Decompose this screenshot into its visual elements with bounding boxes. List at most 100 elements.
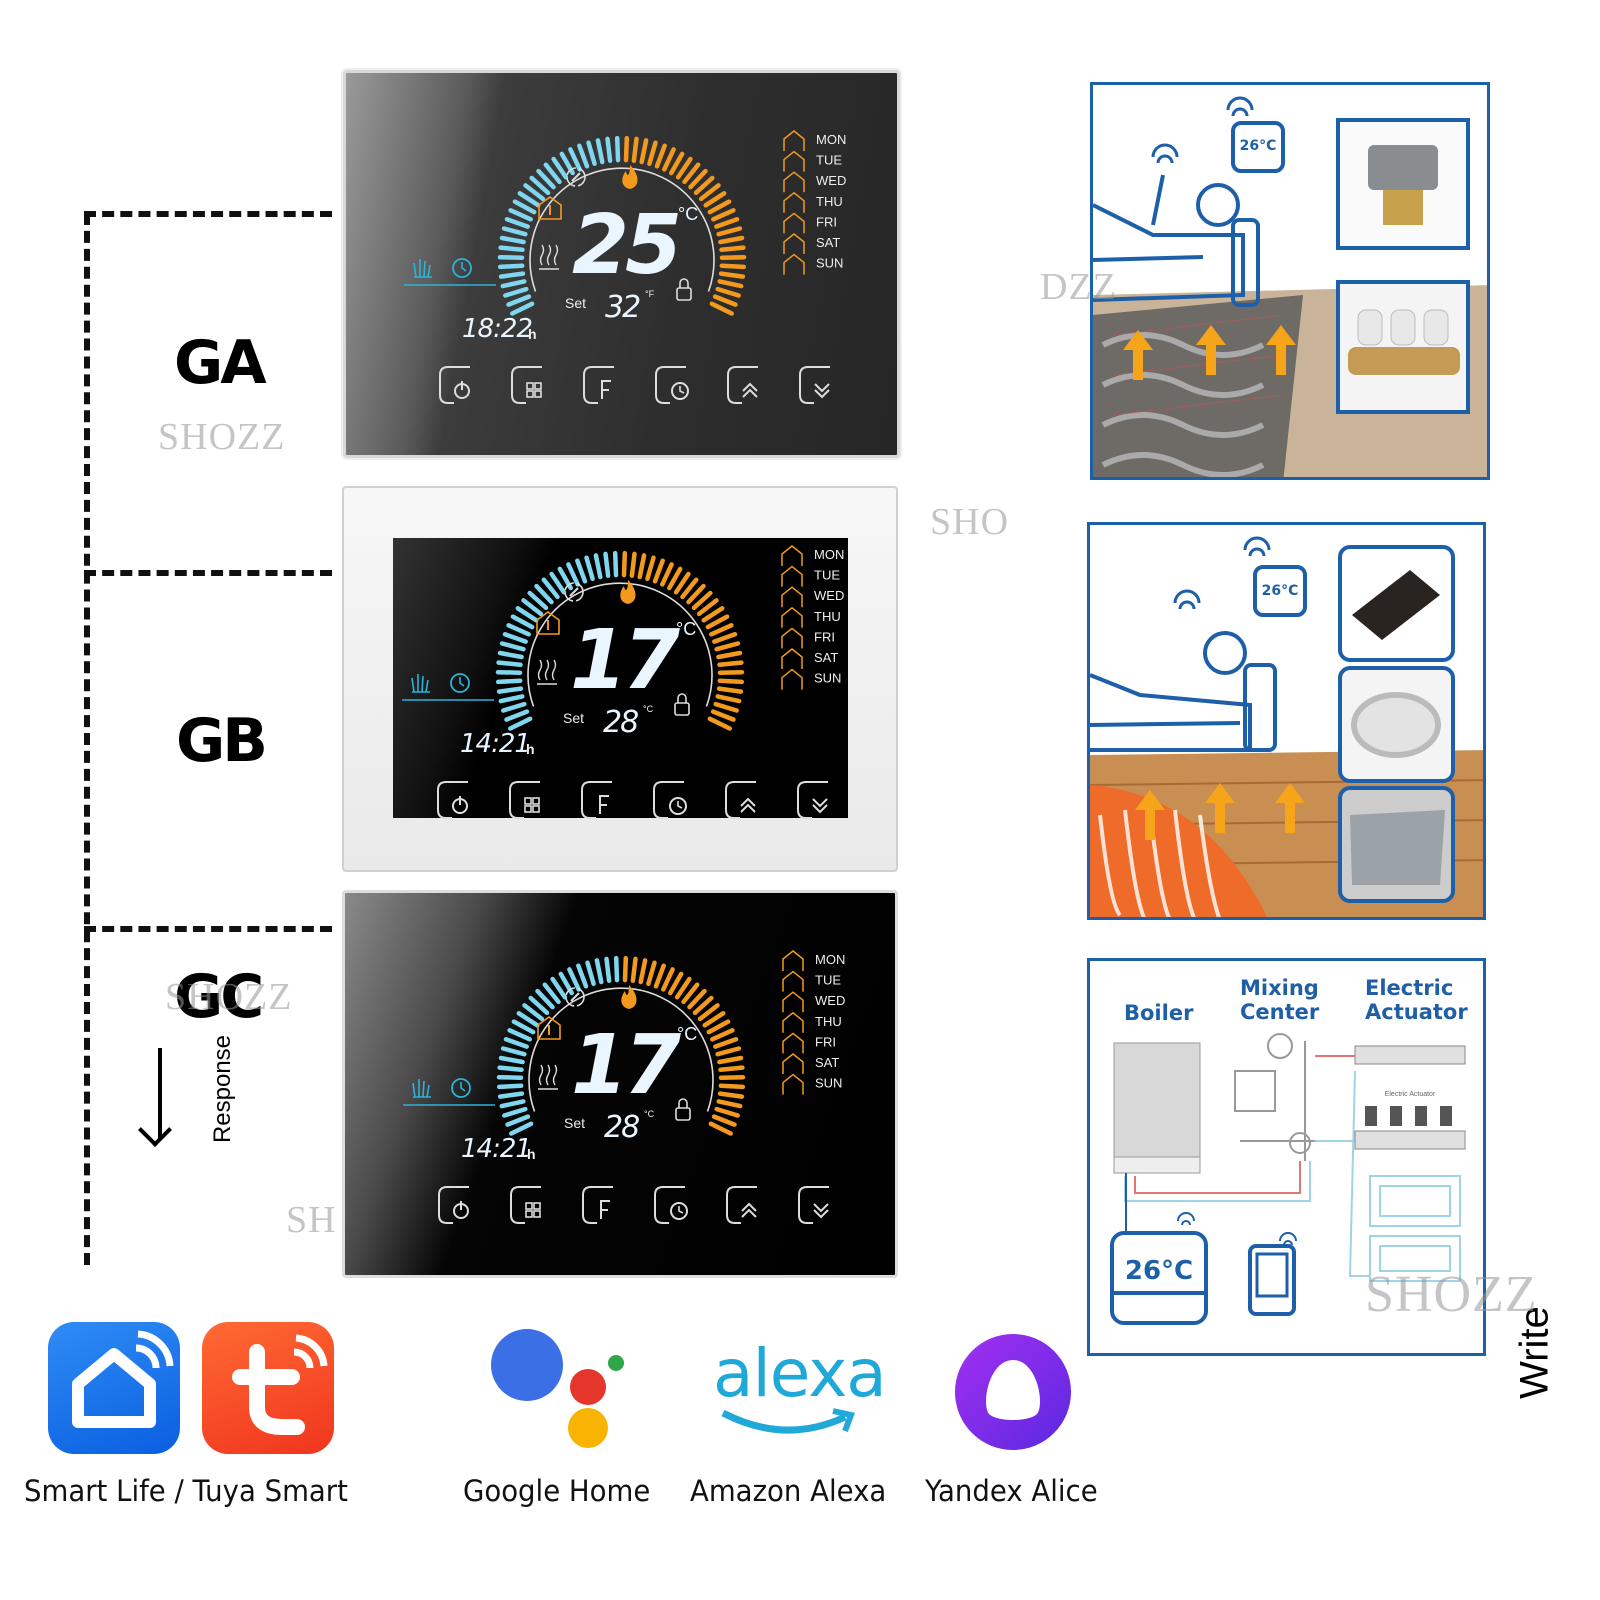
dial-tick — [622, 955, 629, 983]
arrow-head — [138, 1113, 172, 1147]
dial-tick — [621, 550, 628, 578]
fan-f-icon[interactable] — [582, 1186, 619, 1224]
day-label: THU — [814, 609, 841, 624]
schedule-clock-icon[interactable] — [653, 781, 690, 819]
actuator-small-label: Electric Actuator — [1385, 1091, 1436, 1098]
dial-tick — [709, 623, 734, 637]
connector-gc — [84, 926, 332, 932]
dial-tick — [630, 956, 638, 983]
chevron-up-icon[interactable] — [726, 1186, 763, 1224]
dial-tick — [653, 963, 666, 989]
schedule-period-icon — [781, 545, 803, 566]
mode-grid-icon[interactable] — [510, 1186, 547, 1224]
chevron-down-icon[interactable] — [798, 1186, 835, 1224]
dial-tick — [595, 138, 605, 165]
schedule-period-icon — [782, 950, 804, 971]
scene-illustration: 26°C — [1090, 536, 1483, 917]
dial-tick — [711, 208, 736, 222]
day-label: WED — [814, 588, 844, 603]
chevron-down-icon[interactable] — [797, 781, 834, 819]
dial-tick — [503, 286, 529, 298]
dial-tick — [503, 1037, 529, 1049]
dial-tick — [497, 1091, 525, 1099]
chevron-up-icon[interactable] — [727, 366, 764, 404]
day-label: SUN — [815, 1076, 842, 1091]
day-label: TUE — [816, 153, 842, 168]
dial-tick — [508, 208, 533, 222]
mode-grid-icon[interactable] — [511, 366, 548, 404]
scene-illustration: 26°C — [1093, 96, 1487, 477]
dial-tick — [585, 960, 596, 987]
dial-tick — [716, 226, 743, 237]
day-label: MON — [816, 132, 846, 147]
yandex-alice-logo[interactable] — [953, 1332, 1073, 1452]
dial-tick — [710, 1028, 735, 1042]
power-icon[interactable] — [439, 366, 476, 404]
heating-waves-icon — [538, 1064, 558, 1090]
dial-tick — [715, 694, 742, 704]
dial-tick — [717, 1091, 745, 1099]
scene-electric-floor-heating: 26°C — [1087, 522, 1486, 920]
mode-grid-icon[interactable] — [509, 781, 546, 819]
dial-tick — [496, 1074, 524, 1080]
tuya-smart-logo[interactable] — [202, 1322, 334, 1454]
schedule-period-icon — [782, 1032, 804, 1054]
dial-tick — [497, 254, 525, 260]
schedule-period-icon — [783, 130, 805, 151]
dial-tick — [499, 1099, 526, 1109]
dial-tick — [506, 294, 532, 307]
schedule-period-icon — [783, 150, 805, 172]
dial-tick — [566, 562, 580, 587]
chevron-up-icon[interactable] — [725, 781, 762, 819]
chevron-down-icon[interactable] — [799, 366, 836, 404]
lock-icon — [675, 1098, 691, 1121]
smart-life-logo[interactable] — [48, 1322, 180, 1454]
day-label: THU — [815, 1014, 842, 1029]
dial-tick — [660, 562, 674, 587]
dial-tick — [639, 138, 649, 165]
response-label: Response — [209, 1034, 236, 1144]
clock-suffix: h — [526, 741, 535, 757]
day-label: TUE — [814, 568, 840, 583]
dial-tick — [718, 1065, 745, 1073]
dial-tick — [498, 245, 525, 253]
day-label: FRI — [816, 214, 837, 229]
dial-tick — [716, 650, 743, 660]
dial-tick — [603, 551, 611, 578]
day-label: SUN — [816, 256, 843, 271]
dial-tick — [500, 279, 527, 289]
dial-tick — [646, 960, 657, 987]
dial-tick — [504, 217, 530, 229]
connector-gb — [84, 570, 332, 576]
schedule-clock-icon[interactable] — [655, 366, 692, 404]
dial-tick — [714, 217, 740, 229]
power-icon[interactable] — [437, 781, 474, 819]
schedule-clock-icon[interactable] — [654, 1186, 691, 1224]
day-label: SAT — [815, 1055, 839, 1070]
dial-tick — [623, 135, 630, 163]
schedule-period-icon — [781, 627, 803, 649]
set-temperature-unit: °C — [643, 704, 654, 714]
thermostat-display-ga: 25 °C Set 32 °F 18:22 h MON TUE WED THU FRI S… — [400, 125, 860, 415]
dial-tick — [654, 143, 667, 169]
schedule-period-icon — [782, 1053, 804, 1074]
connector-ga — [84, 211, 332, 217]
dial-tick — [510, 301, 535, 316]
dial-tick — [717, 279, 744, 289]
set-label: Set — [563, 710, 584, 726]
thermostat-gc: 17 °C Set 28 °C 14:21 h MON TUE WED THU FRI S… — [342, 890, 898, 1278]
thermostat-ga: 25 °C Set 32 °F 18:22 h MON TUE WED THU FRI S… — [343, 70, 900, 458]
clock-suffix: h — [528, 326, 537, 342]
power-icon[interactable] — [438, 1186, 475, 1224]
dial-tick — [662, 147, 676, 172]
dial-tick — [509, 1121, 534, 1136]
fan-f-icon[interactable] — [583, 366, 620, 404]
fan-f-icon[interactable] — [581, 781, 618, 819]
google-home-logo[interactable] — [485, 1325, 630, 1450]
dial-tick — [711, 1114, 737, 1127]
dial-tick — [719, 263, 747, 270]
current-temperature: 17 — [571, 1018, 681, 1113]
dial-tick — [715, 286, 741, 298]
tuya-t-icon — [232, 1334, 328, 1435]
dial-tick — [661, 967, 675, 992]
